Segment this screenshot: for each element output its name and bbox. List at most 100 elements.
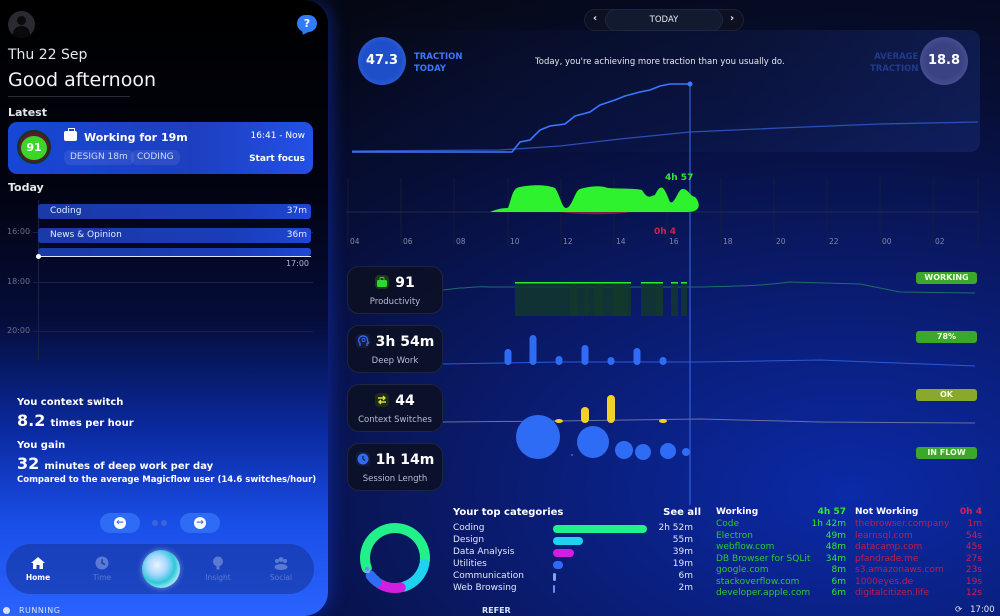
app-name: pfandrade.me	[855, 553, 919, 564]
productivity-bar	[681, 283, 687, 316]
not-working-apps-list: Not Working 0h 4 thebrowser.company 1m lea…	[855, 507, 982, 600]
metric-value: 91	[395, 275, 415, 291]
app-row[interactable]: webflow.com 48m	[716, 542, 846, 554]
app-name: s3.amazonaws.com	[855, 565, 944, 575]
metric-value: 3h 54m	[375, 334, 435, 350]
category-bar	[553, 525, 647, 533]
productivity-bar	[613, 283, 628, 316]
category-bar	[553, 549, 574, 557]
context-switch-bar	[607, 395, 615, 423]
app-row[interactable]: pfandrade.me 27s	[855, 554, 982, 566]
metric-card-session-length[interactable]: 1h 14m Session Length	[347, 443, 443, 491]
donut-segment	[398, 558, 430, 592]
metric-label: Session Length	[362, 474, 428, 484]
app-time: 1m	[967, 519, 983, 529]
metric-card-productivity[interactable]: 91 Productivity	[347, 266, 443, 314]
app-name: stackoverflow.com	[716, 576, 800, 587]
app-row[interactable]: 1000eyes.de 19s	[855, 577, 982, 589]
app-name: developer.apple.com	[716, 588, 811, 598]
metric-label: Productivity	[369, 297, 421, 307]
app-time: 12s	[965, 588, 982, 598]
categories-donut	[360, 523, 430, 593]
footer-clock: ⟳ 17:00	[955, 605, 995, 615]
deep-work-bar	[607, 357, 615, 365]
see-all-link[interactable]: See all	[663, 507, 701, 518]
app-row[interactable]: learnsql.com 54s	[855, 531, 982, 543]
app-name: google.com	[716, 565, 769, 575]
working-title: Working	[716, 507, 759, 517]
top-categories-title: Your top categories	[453, 507, 564, 518]
app-name: webflow.com	[716, 542, 775, 552]
app-row[interactable]: Code 1h 42m	[716, 519, 846, 531]
session-circle	[615, 441, 633, 459]
status-badge-deep-work: 78%	[916, 331, 977, 343]
category-name: Utilities	[453, 559, 487, 569]
metric-value: 1h 14m	[375, 452, 435, 468]
sync-icon[interactable]: ⟳	[955, 605, 962, 615]
metric-label: Context Switches	[358, 415, 432, 425]
productivity-bar	[585, 283, 588, 316]
category-row[interactable]: Utilities 19m	[453, 559, 701, 571]
not-working-title: Not Working	[855, 507, 919, 517]
app-row[interactable]: datacamp.com 45s	[855, 542, 982, 554]
deep-work-bar	[504, 349, 512, 365]
deep-work-bar	[581, 345, 589, 365]
working-apps-list: Working 4h 57 Code 1h 42m Electron 49m webfl…	[716, 507, 846, 600]
metric-card-deep-work[interactable]: 3h 54m Deep Work	[347, 325, 443, 373]
category-row[interactable]: Data Analysis 39m	[453, 547, 701, 559]
session-circle	[571, 454, 573, 456]
app-row[interactable]: thebrowser.company 1m	[855, 519, 982, 531]
productivity-bar-top	[585, 282, 588, 284]
app-row[interactable]: stackoverflow.com 6m	[716, 577, 846, 589]
status-badge-productivity: WORKING	[916, 272, 977, 284]
donut-segment	[365, 566, 370, 571]
app-row[interactable]: DB Browser for SQLit 34m	[716, 554, 846, 566]
productivity-bar	[655, 283, 663, 316]
app-row[interactable]: Electron 49m	[716, 531, 846, 543]
refer-button[interactable]: REFER	[482, 606, 511, 615]
clock-icon	[355, 452, 370, 466]
app-row[interactable]: google.com 8m	[716, 565, 846, 577]
category-name: Communication	[453, 571, 524, 581]
app-row[interactable]: digitalcitizen.life 12s	[855, 588, 982, 600]
clock-time: 17:00	[970, 605, 995, 615]
donut-segment	[374, 578, 406, 593]
deep-work-bar	[659, 357, 667, 365]
category-name: Design	[453, 535, 485, 545]
category-bar	[553, 585, 555, 593]
category-duration: 6m	[678, 571, 694, 581]
app-time: 49m	[825, 530, 846, 541]
app-name: Electron	[716, 530, 753, 541]
category-row[interactable]: Communication 6m	[453, 571, 701, 583]
category-name: Coding	[453, 523, 485, 533]
productivity-bar-top	[655, 282, 663, 284]
category-row[interactable]: Web Browsing 2m	[453, 583, 701, 595]
context-switch-bar	[581, 407, 589, 423]
category-duration: 19m	[672, 559, 693, 569]
app-time: 19s	[965, 576, 982, 587]
category-row[interactable]: Coding 2h 52m	[453, 523, 701, 535]
not-working-total: 0h 4	[959, 507, 982, 517]
app-row[interactable]: s3.amazonaws.com 23s	[855, 565, 982, 577]
app-name: digitalcitizen.life	[855, 588, 929, 598]
productivity-bar	[515, 283, 577, 316]
donut-segment	[365, 570, 383, 588]
session-circle	[635, 444, 651, 460]
app-time: 48m	[825, 542, 846, 552]
app-name: datacamp.com	[855, 542, 923, 552]
productivity-bar-top	[515, 282, 577, 284]
metric-card-context-switches[interactable]: 44 Context Switches	[347, 384, 443, 432]
category-name: Data Analysis	[453, 547, 515, 557]
session-circle	[516, 415, 560, 459]
switch-arrows-icon	[375, 393, 390, 407]
category-row[interactable]: Design 55m	[453, 535, 701, 547]
context-switch-bar	[659, 419, 667, 423]
app-name: DB Browser for SQLit	[716, 553, 811, 564]
app-name: Code	[716, 519, 740, 529]
app-time: 6m	[831, 576, 847, 587]
app-name: learnsql.com	[855, 530, 913, 541]
app-time: 1h 42m	[811, 519, 846, 529]
category-duration: 2h 52m	[658, 523, 693, 533]
status-badge-session-length: IN FLOW	[916, 447, 977, 459]
app-row[interactable]: developer.apple.com 6m	[716, 588, 846, 600]
